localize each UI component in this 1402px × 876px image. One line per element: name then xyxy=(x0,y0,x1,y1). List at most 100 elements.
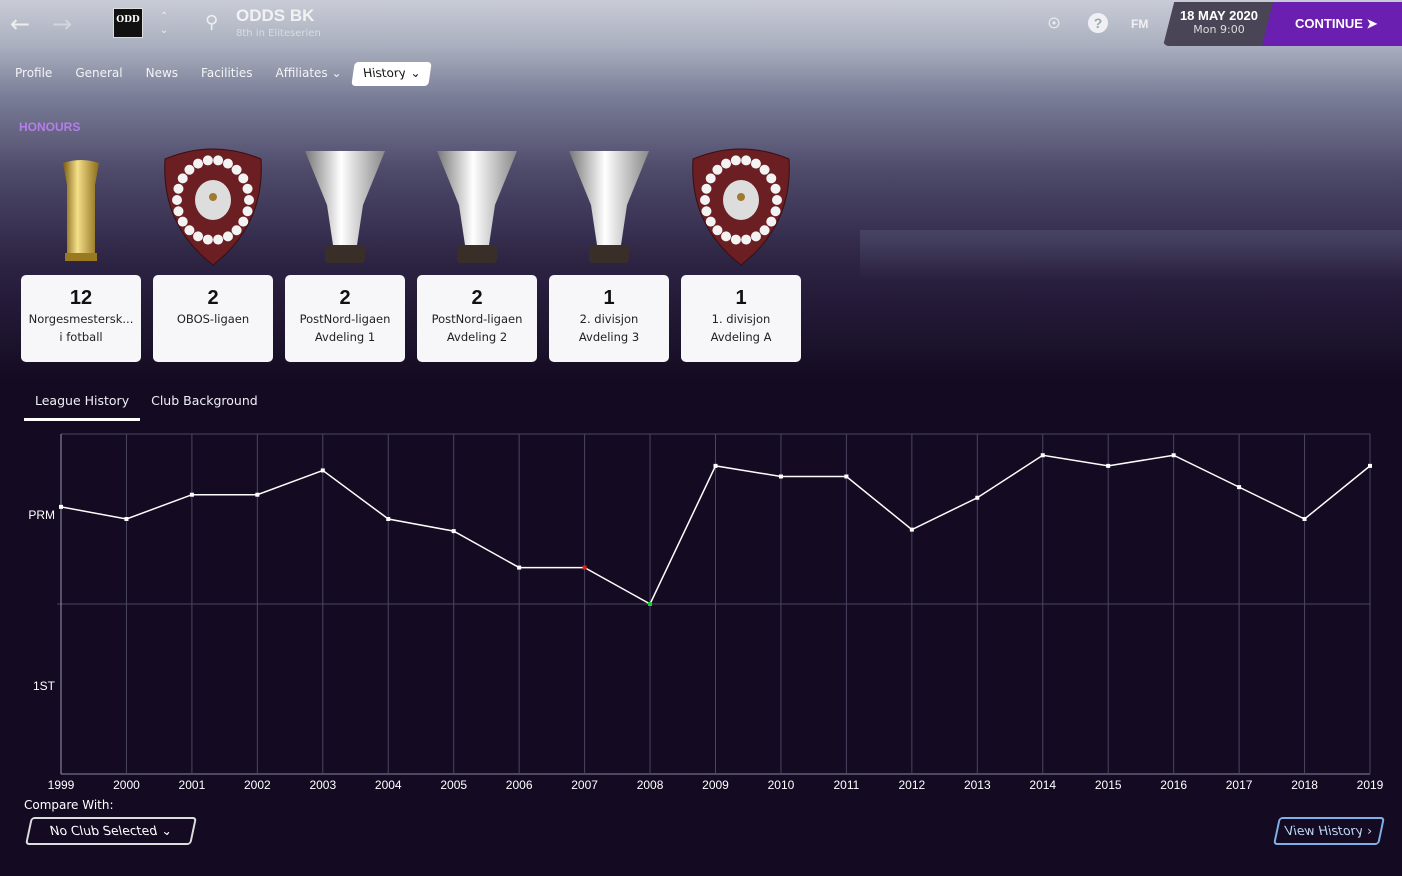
game-date: 18 MAY 2020 Mon 9:00 xyxy=(1163,2,1275,46)
data-point-2019[interactable] xyxy=(1368,463,1372,468)
club-status: 8th in Eliteserien xyxy=(236,28,321,39)
honour-card[interactable]: 2 PostNord-ligaen Avdeling 1 xyxy=(285,275,405,362)
time-text: Mon 9:00 xyxy=(1193,23,1245,36)
data-point-2003[interactable] xyxy=(320,468,325,473)
history-subtabs: League History Club Background xyxy=(24,393,269,421)
x-tick-label: 2013 xyxy=(964,778,991,792)
x-tick-label: 2016 xyxy=(1160,778,1187,792)
x-tick-label: 2019 xyxy=(1357,778,1384,792)
x-tick-label: 2015 xyxy=(1095,778,1122,792)
data-point-2009[interactable] xyxy=(713,463,718,468)
data-point-2006[interactable] xyxy=(517,565,522,570)
honour-name-line2: Avdeling 1 xyxy=(314,330,376,344)
continue-label: CONTINUE xyxy=(1295,16,1363,31)
club-tabs: Profile General News Facilities Affiliat… xyxy=(15,62,452,86)
data-point-2011[interactable] xyxy=(844,474,849,479)
club-name: ODDS BK xyxy=(236,6,315,25)
tab-club-background[interactable]: Club Background xyxy=(140,393,269,421)
data-point-2013[interactable] xyxy=(975,495,980,500)
continue-button[interactable]: CONTINUE ➤ xyxy=(1262,2,1402,46)
forward-arrow-icon[interactable]: → xyxy=(52,10,72,38)
data-point-2015[interactable] xyxy=(1106,463,1111,468)
x-tick-label: 2006 xyxy=(506,778,533,792)
league-history-chart: 1999 2000 2001 2002 2003 2004 2005 2006 2007 2008… xyxy=(28,433,1384,792)
search-icon[interactable]: ⚲ xyxy=(205,12,218,33)
back-arrow-icon[interactable]: ← xyxy=(10,10,30,38)
data-point-2018[interactable] xyxy=(1302,517,1307,521)
x-tick-label: 1999 xyxy=(48,778,75,792)
honour-card[interactable]: 1 2. divisjon Avdeling 3 xyxy=(549,275,669,362)
club-crest[interactable]: ODD xyxy=(113,8,143,38)
data-point-2002[interactable] xyxy=(255,492,260,497)
honour-count: 2 xyxy=(339,287,351,309)
x-tick-label: 2009 xyxy=(702,778,729,792)
data-point-2008[interactable] xyxy=(648,602,653,606)
honour-name-line2: i fotball xyxy=(59,330,103,344)
top-bar: ← → ODD ⌃ ⌄ ⚲ ODDS BK 8th in Eliteserien … xyxy=(0,0,1402,50)
data-point-2014[interactable] xyxy=(1040,453,1045,458)
tab-general[interactable]: General xyxy=(75,62,122,86)
honour-name: 2. divisjon xyxy=(579,312,639,326)
x-tick-label: 2008 xyxy=(637,778,664,792)
data-point-2016[interactable] xyxy=(1171,453,1176,458)
honour-count: 1 xyxy=(603,287,615,309)
data-point-2000[interactable] xyxy=(124,517,129,521)
gold-cup-trophy-icon xyxy=(21,145,141,270)
honour-name-line2: Avdeling A xyxy=(710,330,772,344)
x-tick-label: 2000 xyxy=(113,778,140,792)
x-tick-label: 2018 xyxy=(1291,778,1318,792)
compare-club-dropdown[interactable]: No Club Selected ⌄ xyxy=(25,817,197,845)
tab-news[interactable]: News xyxy=(146,62,178,86)
tab-profile[interactable]: Profile xyxy=(15,62,52,86)
honour-card[interactable]: 1 1. divisjon Avdeling A xyxy=(681,275,801,362)
x-tick-label: 2010 xyxy=(768,778,795,792)
honours-heading: HONOURS xyxy=(19,120,81,134)
x-tick-label: 2002 xyxy=(244,778,271,792)
x-tick-label: 2003 xyxy=(309,778,336,792)
silver-cup-trophy-icon xyxy=(417,145,537,270)
honour-card[interactable]: 2 PostNord-ligaen Avdeling 2 xyxy=(417,275,537,362)
x-tick-label: 2017 xyxy=(1226,778,1253,792)
data-point-2001[interactable] xyxy=(189,492,194,497)
data-point-2010[interactable] xyxy=(778,474,783,479)
x-tick-label: 2011 xyxy=(833,778,859,792)
chevron-down-icon: ⌄ xyxy=(159,823,174,838)
x-tick-label: 2007 xyxy=(571,778,598,792)
honour-name: PostNord-ligaen xyxy=(299,312,391,326)
honour-card[interactable]: 2 OBOS-ligaen xyxy=(153,275,273,362)
club-switch-chevrons-icon[interactable]: ⌃ ⌄ xyxy=(160,10,168,38)
tab-facilities[interactable]: Facilities xyxy=(201,62,252,86)
help-icon[interactable]: ? xyxy=(1088,13,1108,33)
x-tick-label: 2004 xyxy=(375,778,402,792)
tab-affiliates[interactable]: Affiliates ⌄ xyxy=(275,62,341,86)
honour-card[interactable]: 12 Norgesmestersk... i fotball xyxy=(21,275,141,362)
x-tick-label: 2005 xyxy=(440,778,467,792)
date-text: 18 MAY 2020 xyxy=(1179,8,1259,23)
view-history-button[interactable]: View History › xyxy=(1273,817,1385,845)
x-tick-label: 2001 xyxy=(179,778,206,792)
honour-name: Norgesmestersk... xyxy=(28,312,134,326)
silver-cup-trophy-icon xyxy=(549,145,669,270)
data-point-2017[interactable] xyxy=(1237,485,1242,490)
globe-icon[interactable]: ☉ xyxy=(1044,13,1064,33)
honour-count: 2 xyxy=(207,287,219,309)
shield-trophy-icon xyxy=(681,145,801,270)
data-point-2012[interactable] xyxy=(909,527,914,532)
tab-league-history[interactable]: League History xyxy=(24,393,141,421)
honour-count: 2 xyxy=(471,287,483,309)
data-point-2007[interactable] xyxy=(582,565,587,570)
x-tick-label: 2014 xyxy=(1029,778,1056,792)
data-point-2005[interactable] xyxy=(451,529,456,534)
honour-name-line2: Avdeling 2 xyxy=(446,330,508,344)
fm-menu-button[interactable]: FM xyxy=(1131,17,1148,31)
honour-name: OBOS-ligaen xyxy=(176,312,250,326)
chevron-right-circle-icon: ➤ xyxy=(1366,16,1378,31)
x-tick-label: 2012 xyxy=(898,778,925,792)
honour-name-line2: Avdeling 3 xyxy=(578,330,640,344)
honour-count: 12 xyxy=(69,287,93,309)
data-point-2004[interactable] xyxy=(386,517,391,521)
data-point-1999[interactable] xyxy=(59,504,63,509)
shield-trophy-icon xyxy=(153,145,273,270)
honour-count: 1 xyxy=(735,287,747,309)
tab-history[interactable]: History ⌄ xyxy=(350,62,431,86)
